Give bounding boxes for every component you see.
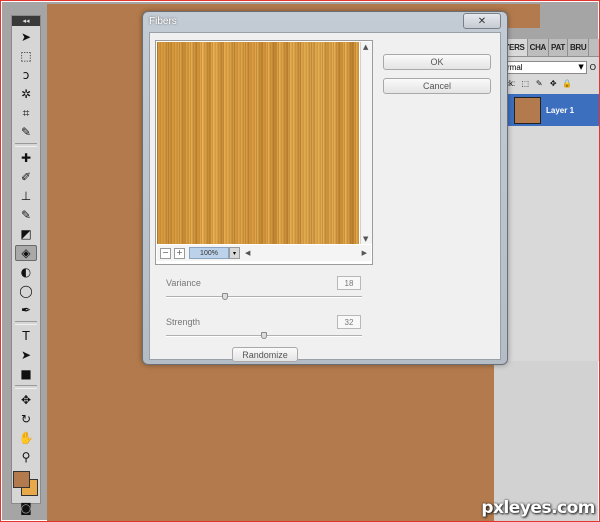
screenshot-frame: ◂◂ ➤ ⬚ ↄ ✲ ⌗ ✎ ✚ ✐ ⊥ ✎ ◩ ◈ ◐ ◯ ✒ T ➤ ■ ✥ ↻ ✋ ⚲ ◙ YERS CHA PAT BR… [0,0,600,522]
quick-select-tool-icon[interactable]: ✲ [15,86,37,102]
paint-bucket-tool-icon[interactable]: ◈ [15,245,37,261]
lock-all-icon[interactable]: 🔒 [562,79,572,89]
chevron-down-icon[interactable]: ▾ [229,247,240,259]
randomize-button[interactable]: Randomize [232,347,298,362]
fibers-preview[interactable] [157,42,359,244]
blend-mode-select[interactable]: rmal ▼ [505,60,587,74]
lock-transparent-icon[interactable]: ⬚ [520,79,530,89]
clone-stamp-tool-icon[interactable]: ⊥ [15,188,37,204]
layers-panel: YERS CHA PAT BRU rmal ▼ O ck: ⬚ ✎ ✥ 🔒 Layer… [501,39,599,361]
cancel-button[interactable]: Cancel [383,78,491,94]
preview-frame: ▲ ▼ − + 100% ▾ ◀ ▶ [155,40,373,265]
zoom-in-button[interactable]: + [174,247,185,259]
opacity-label: O [589,62,596,72]
variance-label: Variance [166,278,201,288]
lock-pixels-icon[interactable]: ✎ [534,79,544,89]
color-swatches [13,471,39,497]
blend-mode-row: rmal ▼ O [505,59,596,75]
scroll-down-icon[interactable]: ▼ [363,235,368,243]
move-tool-icon[interactable]: ➤ [15,29,37,45]
close-button[interactable]: ✕ [463,13,501,29]
lock-row: ck: ⬚ ✎ ✥ 🔒 [505,77,596,90]
lock-position-icon[interactable]: ✥ [548,79,558,89]
layer-row[interactable]: Layer 1 [502,94,599,126]
path-select-tool-icon[interactable]: ➤ [15,347,37,363]
close-icon: ✕ [477,15,487,27]
strength-field[interactable]: 32 [337,315,361,329]
blur-tool-icon[interactable]: ◐ [15,264,37,280]
scroll-up-icon[interactable]: ▲ [363,43,368,51]
tools-panel: ◂◂ ➤ ⬚ ↄ ✲ ⌗ ✎ ✚ ✐ ⊥ ✎ ◩ ◈ ◐ ◯ ✒ T ➤ ■ ✥ ↻ ✋ ⚲ ◙ [11,15,41,515]
toolbox-header[interactable]: ◂◂ [12,16,40,26]
marquee-tool-icon[interactable]: ⬚ [15,48,37,64]
hand-tool-icon[interactable]: ✋ [15,430,37,446]
pen-tool-icon[interactable]: ✒ [15,302,37,318]
tool-list: ➤ ⬚ ↄ ✲ ⌗ ✎ ✚ ✐ ⊥ ✎ ◩ ◈ ◐ ◯ ✒ T ➤ ■ ✥ ↻ ✋ ⚲ [12,29,40,465]
foreground-color-swatch[interactable] [13,471,30,488]
quick-mask-icon[interactable]: ◙ [15,500,37,516]
dialog-body: ▲ ▼ − + 100% ▾ ◀ ▶ OK Cancel Variance 18 [149,32,501,362]
3d-rotate-tool-icon[interactable]: ✥ [15,392,37,408]
panel-dock-background [494,361,598,521]
variance-slider-track[interactable] [166,293,362,300]
variance-field[interactable]: 18 [337,276,361,290]
ok-button[interactable]: OK [383,54,491,70]
preview-vertical-scrollbar[interactable]: ▲ ▼ [360,42,372,244]
strength-label: Strength [166,317,201,327]
scroll-right-icon[interactable]: ▶ [362,249,367,257]
preview-zoom-bar: − + 100% ▾ ◀ ▶ [157,245,371,261]
variance-slider-thumb[interactable] [221,293,228,300]
brush-tool-icon[interactable]: ✐ [15,169,37,185]
watermark: pxleyes.com [481,498,595,518]
strength-slider-track[interactable] [166,332,362,339]
dodge-tool-icon[interactable]: ◯ [15,283,37,299]
layer-name: Layer 1 [546,105,575,115]
strength-slider-thumb[interactable] [261,332,267,339]
lasso-tool-icon[interactable]: ↄ [15,67,37,83]
healing-brush-tool-icon[interactable]: ✚ [15,150,37,166]
zoom-level-field[interactable]: 100% [189,247,229,259]
history-brush-tool-icon[interactable]: ✎ [15,207,37,223]
eyedropper-tool-icon[interactable]: ✎ [15,124,37,140]
panel-tab[interactable]: BRU [568,39,590,56]
zoom-tool-icon[interactable]: ⚲ [15,449,37,465]
panel-tabs: YERS CHA PAT BRU [502,39,599,57]
3d-orbit-tool-icon[interactable]: ↻ [15,411,37,427]
tool-separator [15,385,37,389]
chevron-down-icon: ▼ [578,63,584,71]
layer-thumbnail [514,96,541,124]
fibers-dialog: Fibers ✕ ▲ ▼ − + 100% ▾ ◀ ▶ OK Cancel Va… [142,11,508,365]
panel-tab[interactable]: PAT [549,39,568,56]
scroll-left-icon[interactable]: ◀ [245,249,250,257]
eraser-tool-icon[interactable]: ◩ [15,226,37,242]
dialog-title: Fibers [149,16,177,27]
crop-tool-icon[interactable]: ⌗ [15,105,37,121]
blend-mode-value: rmal [507,62,523,72]
shape-tool-icon[interactable]: ■ [15,366,37,382]
panel-tab[interactable]: CHA [528,39,550,56]
tool-separator [15,321,37,325]
zoom-out-button[interactable]: − [160,247,171,259]
tool-separator [15,143,37,147]
type-tool-icon[interactable]: T [15,328,37,344]
collapse-icon[interactable]: ◂◂ [22,17,29,25]
